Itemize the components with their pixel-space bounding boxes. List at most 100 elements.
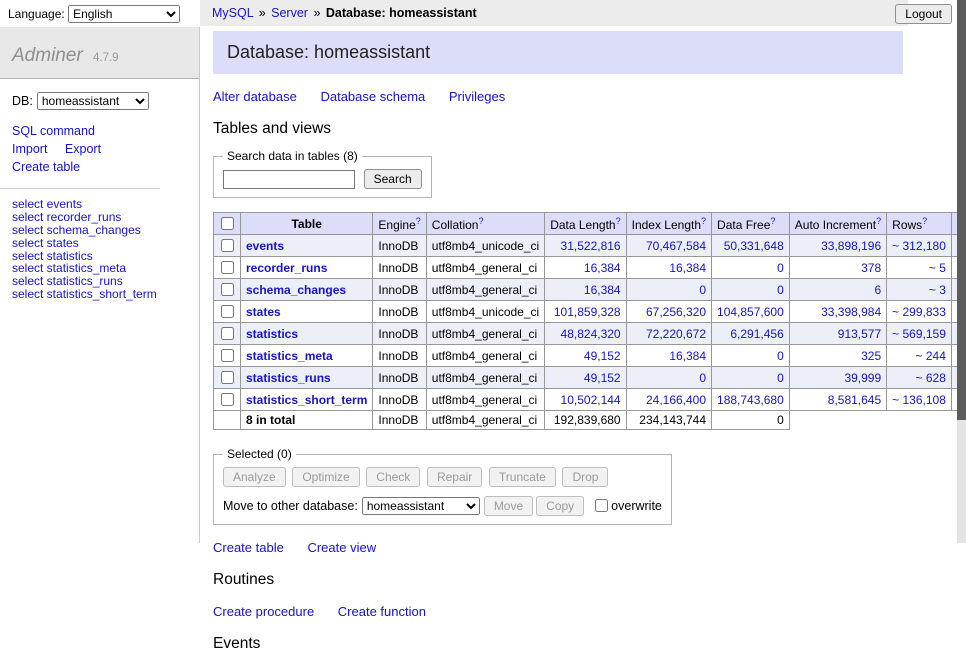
auto-increment-link[interactable]: 33,398,984	[821, 305, 881, 319]
rows-count-link[interactable]: ~ 3	[929, 283, 946, 297]
table-link-schema-changes[interactable]: schema_changes	[246, 283, 346, 297]
rows-count-link[interactable]: ~ 628	[916, 371, 946, 385]
auto-increment-link[interactable]: 378	[861, 261, 881, 275]
table-link-statistics[interactable]: statistics	[246, 327, 298, 341]
index-length-link[interactable]: 67,256,320	[646, 305, 706, 319]
sidebar-export-link[interactable]: Export	[65, 142, 101, 156]
search-button[interactable]: Search	[364, 169, 422, 189]
overwrite-option[interactable]: overwrite	[591, 499, 662, 513]
data-free-link[interactable]: 0	[777, 349, 784, 363]
search-input[interactable]	[223, 170, 355, 189]
data-length-link[interactable]: 16,384	[584, 283, 621, 297]
auto-increment-link[interactable]: 325	[861, 349, 881, 363]
create-function-link[interactable]: Create function	[338, 604, 426, 619]
total-row: 8 in total InnoDB utf8mb4_general_ci 192…	[214, 411, 966, 430]
data-length-link[interactable]: 49,152	[584, 349, 621, 363]
data-length-link[interactable]: 49,152	[584, 371, 621, 385]
help-icon[interactable]: ?	[922, 216, 927, 226]
data-length-link[interactable]: 10,502,144	[561, 393, 621, 407]
logout-button[interactable]: Logout	[895, 4, 952, 24]
help-icon[interactable]: ?	[770, 216, 775, 226]
move-db-select[interactable]: homeassistant	[362, 497, 480, 515]
sidebar-item-select-statistics-short-term[interactable]: select statistics_short_term	[12, 288, 187, 301]
analyze-button[interactable]: Analyze	[223, 467, 286, 487]
data-free-link[interactable]: 0	[777, 261, 784, 275]
help-icon[interactable]: ?	[616, 216, 621, 226]
help-icon[interactable]: ?	[416, 216, 421, 226]
data-free-link[interactable]: 6,291,456	[730, 327, 783, 341]
rows-count-link[interactable]: ~ 299,833	[892, 305, 946, 319]
help-icon[interactable]: ?	[701, 216, 706, 226]
table-link-statistics-short-term[interactable]: statistics_short_term	[246, 393, 367, 407]
row-checkbox[interactable]	[221, 393, 234, 406]
row-checkbox[interactable]	[221, 371, 234, 384]
sidebar-item-select-states[interactable]: select states	[12, 237, 187, 250]
row-checkbox[interactable]	[221, 239, 234, 252]
auto-increment-link[interactable]: 6	[874, 283, 881, 297]
row-checkbox[interactable]	[221, 349, 234, 362]
auto-increment-link[interactable]: 8,581,645	[828, 393, 881, 407]
table-link-states[interactable]: states	[246, 305, 281, 319]
index-length-link[interactable]: 16,384	[669, 349, 706, 363]
rows-count-link[interactable]: ~ 5	[929, 261, 946, 275]
index-length-link[interactable]: 70,467,584	[646, 239, 706, 253]
row-checkbox[interactable]	[221, 261, 234, 274]
table-link-recorder-runs[interactable]: recorder_runs	[246, 261, 327, 275]
index-length-link[interactable]: 72,220,672	[646, 327, 706, 341]
rows-count-link[interactable]: ~ 312,180	[892, 239, 946, 253]
tables-overview-table: Table Engine? Collation? Data Length? In…	[213, 212, 966, 430]
help-icon[interactable]: ?	[478, 216, 483, 226]
auto-increment-link[interactable]: 33,898,196	[821, 239, 881, 253]
row-checkbox[interactable]	[221, 305, 234, 318]
check-button[interactable]: Check	[366, 467, 420, 487]
breadcrumb-server-link[interactable]: Server	[271, 6, 308, 20]
data-free-link[interactable]: 188,743,680	[717, 393, 784, 407]
optimize-button[interactable]: Optimize	[292, 467, 359, 487]
data-free-link[interactable]: 0	[777, 283, 784, 297]
scrollbar-thumb[interactable]	[957, 0, 966, 420]
privileges-link[interactable]: Privileges	[449, 89, 505, 104]
move-button[interactable]: Move	[484, 496, 533, 516]
data-length-link[interactable]: 48,824,320	[561, 327, 621, 341]
index-length-link[interactable]: 0	[699, 283, 706, 297]
create-table-link[interactable]: Create table	[213, 540, 284, 555]
database-schema-link[interactable]: Database schema	[320, 89, 425, 104]
copy-button[interactable]: Copy	[536, 496, 584, 516]
alter-database-link[interactable]: Alter database	[213, 89, 297, 104]
table-link-events[interactable]: events	[246, 239, 284, 253]
data-free-link[interactable]: 50,331,648	[724, 239, 784, 253]
rows-count-link[interactable]: ~ 569,159	[892, 327, 946, 341]
index-length-link[interactable]: 16,384	[669, 261, 706, 275]
sidebar-sql-command-link[interactable]: SQL command	[12, 124, 95, 138]
language-select[interactable]: English	[68, 5, 180, 23]
index-length-link[interactable]: 24,166,400	[646, 393, 706, 407]
auto-increment-link[interactable]: 913,577	[838, 327, 881, 341]
truncate-button[interactable]: Truncate	[489, 467, 556, 487]
data-free-link[interactable]: 0	[777, 371, 784, 385]
row-checkbox[interactable]	[221, 327, 234, 340]
data-length-link[interactable]: 31,522,816	[561, 239, 621, 253]
create-procedure-link[interactable]: Create procedure	[213, 604, 314, 619]
rows-count-link[interactable]: ~ 136,108	[892, 393, 946, 407]
table-link-statistics-runs[interactable]: statistics_runs	[246, 371, 331, 385]
data-free-link[interactable]: 104,857,600	[717, 305, 784, 319]
db-select[interactable]: homeassistant	[37, 92, 149, 110]
row-checkbox[interactable]	[221, 283, 234, 296]
repair-button[interactable]: Repair	[427, 467, 482, 487]
help-icon[interactable]: ?	[876, 216, 881, 226]
sidebar-item-select-schema-changes[interactable]: select schema_changes	[12, 224, 187, 237]
overwrite-checkbox[interactable]	[595, 499, 608, 512]
vertical-scrollbar[interactable]	[957, 0, 966, 543]
data-length-link[interactable]: 101,859,328	[554, 305, 621, 319]
select-all-checkbox[interactable]	[221, 217, 234, 230]
data-length-link[interactable]: 16,384	[584, 261, 621, 275]
drop-button[interactable]: Drop	[562, 467, 608, 487]
create-view-link[interactable]: Create view	[307, 540, 376, 555]
breadcrumb-mysql-link[interactable]: MySQL	[212, 6, 253, 20]
table-link-statistics-meta[interactable]: statistics_meta	[246, 349, 333, 363]
auto-increment-link[interactable]: 39,999	[844, 371, 881, 385]
sidebar-create-table-link[interactable]: Create table	[12, 160, 80, 174]
index-length-link[interactable]: 0	[699, 371, 706, 385]
rows-count-link[interactable]: ~ 244	[916, 349, 946, 363]
sidebar-import-link[interactable]: Import	[12, 142, 47, 156]
